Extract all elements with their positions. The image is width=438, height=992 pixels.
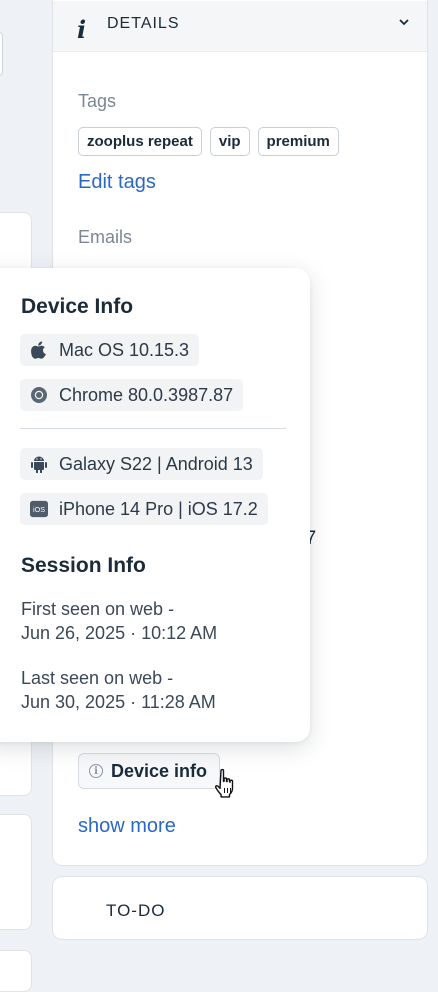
device-chip-label: Mac OS 10.15.3 — [59, 339, 190, 360]
device-info-button-label: Device info — [111, 760, 208, 781]
details-title: DETAILS — [107, 15, 180, 32]
last-seen-line2: Jun 30, 2025 · 11:28 AM — [21, 692, 216, 712]
last-seen: Last seen on web - Jun 30, 2025 · 11:28 … — [21, 666, 216, 714]
hand-cursor-icon — [214, 768, 234, 798]
chrome-icon — [30, 386, 48, 404]
apple-icon — [30, 341, 48, 359]
chevron-down-icon[interactable] — [399, 17, 409, 27]
device-chip: Galaxy S22 | Android 13 — [20, 448, 263, 480]
divider — [20, 428, 286, 429]
ios-icon: iOS — [30, 500, 48, 518]
emails-label: Emails — [78, 227, 133, 247]
left-input-edge[interactable] — [0, 32, 3, 76]
tag[interactable]: vip — [209, 127, 250, 156]
device-chip: Mac OS 10.15.3 — [20, 334, 200, 366]
android-icon — [30, 455, 48, 473]
tag[interactable]: premium — [257, 127, 339, 156]
todo-panel[interactable]: TO-DO — [52, 876, 428, 940]
left-card-3 — [0, 950, 32, 992]
device-info-title: Device Info — [21, 295, 134, 318]
first-seen: First seen on web - Jun 26, 2025 · 10:12… — [21, 597, 217, 645]
tags-label: Tags — [78, 91, 117, 111]
last-seen-line1: Last seen on web - — [21, 668, 174, 688]
device-chip-label: Chrome 80.0.3987.87 — [59, 384, 234, 405]
device-chip-label: iPhone 14 Pro | iOS 17.2 — [59, 498, 258, 519]
session-info-title: Session Info — [21, 554, 146, 577]
first-seen-line2: Jun 26, 2025 · 10:12 AM — [21, 623, 218, 643]
todo-title: TO-DO — [106, 901, 166, 920]
ios-badge-text: iOS — [33, 505, 45, 514]
info-circle-icon: i — [89, 764, 103, 778]
details-header[interactable]: i DETAILS — [53, 1, 427, 52]
device-info-popover: Device Info Mac OS 10.15.3 Chrome 80.0.3… — [0, 268, 310, 742]
info-icon: i — [77, 15, 87, 44]
tag-list: zooplus repeat vip premium — [78, 127, 339, 156]
show-more-link[interactable]: show more — [78, 815, 176, 838]
device-chip: Chrome 80.0.3987.87 — [20, 379, 244, 411]
device-chip-label: Galaxy S22 | Android 13 — [59, 453, 253, 474]
device-chip: iOS iPhone 14 Pro | iOS 17.2 — [20, 493, 268, 525]
edit-tags-link[interactable]: Edit tags — [78, 171, 156, 194]
tag[interactable]: zooplus repeat — [78, 127, 202, 156]
left-card-2 — [0, 814, 32, 930]
first-seen-line1: First seen on web - — [21, 599, 175, 619]
device-info-button[interactable]: i Device info — [78, 753, 221, 789]
